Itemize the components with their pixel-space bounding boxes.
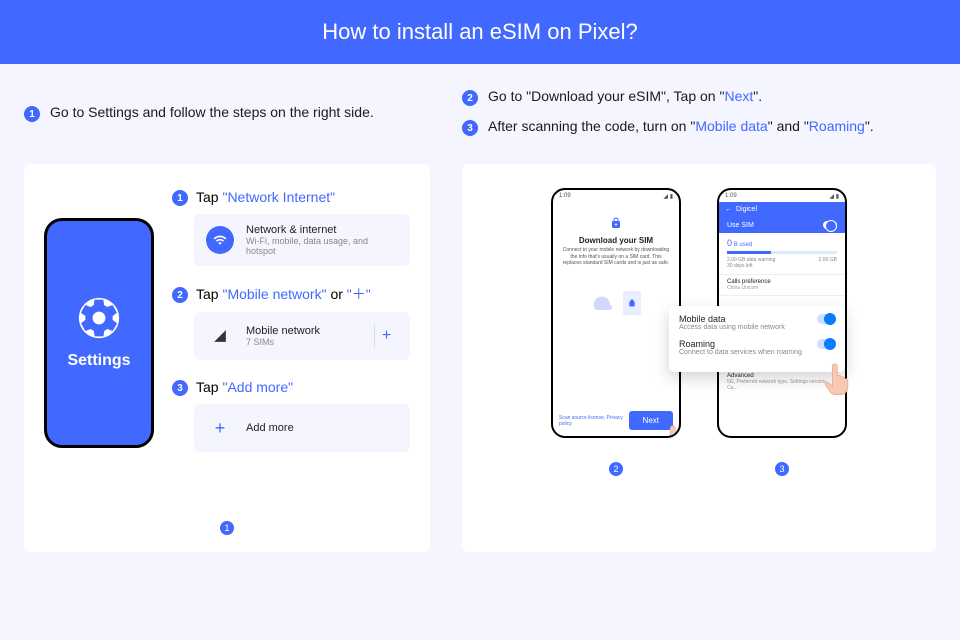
pointer-hand-icon bbox=[821, 362, 851, 398]
instruction-1: 1 Go to Settings and follow the steps on… bbox=[24, 104, 430, 122]
instruction-text: Go to "Download your eSIM", Tap on "Next… bbox=[488, 88, 762, 104]
settings-label: Settings bbox=[67, 352, 130, 370]
card-title: Network & internet bbox=[246, 224, 398, 236]
cell-signal-icon bbox=[206, 322, 234, 350]
instruction-2: 2 Go to "Download your eSIM", Tap on "Ne… bbox=[462, 88, 936, 106]
carrier-header: ← Digicel bbox=[719, 202, 845, 217]
panel-settings-steps: Settings 1 Tap "Network Internet" Networ… bbox=[24, 164, 430, 552]
data-usage-block: 0 B used 2.00 GB data warning 2.00 GB 30… bbox=[719, 233, 845, 275]
card-mobile-network[interactable]: Mobile network 7 SIMs + bbox=[194, 312, 410, 360]
cloud-icon bbox=[591, 295, 617, 311]
card-add-more[interactable]: + Add more bbox=[194, 404, 410, 452]
card-subtitle: 7 SIMs bbox=[246, 337, 362, 347]
lock-icon bbox=[610, 216, 622, 230]
toggle-icon[interactable] bbox=[817, 314, 835, 324]
instruction-text: Go to Settings and follow the steps on t… bbox=[50, 104, 374, 120]
substep-1: 1 Tap "Network Internet" Network & inter… bbox=[172, 188, 410, 266]
toggle-icon[interactable] bbox=[823, 221, 837, 229]
phone-mock-download-sim: 1:09 ◢ ▮ Download your SIM Connect to yo… bbox=[551, 188, 681, 438]
page-header: How to install an eSIM on Pixel? bbox=[0, 0, 960, 64]
step-badge: 3 bbox=[462, 120, 478, 136]
status-icons: ◢ ▮ bbox=[829, 193, 839, 200]
step-badge: 2 bbox=[462, 90, 478, 106]
card-title: Add more bbox=[246, 422, 398, 434]
step-badge: 2 bbox=[172, 287, 188, 303]
calls-preference-row[interactable]: Calls preference China Unicom bbox=[719, 275, 845, 296]
status-bar: 1:09 ◢ ▮ bbox=[553, 190, 679, 202]
roaming-toggle-row[interactable]: Roaming Connect to data services when ro… bbox=[679, 339, 835, 356]
illustration bbox=[561, 291, 671, 315]
plus-icon: + bbox=[206, 414, 234, 442]
instructions-row: 1 Go to Settings and follow the steps on… bbox=[24, 88, 936, 148]
wifi-icon bbox=[206, 226, 234, 254]
scan-link[interactable]: Scan source license, Privacy policy bbox=[559, 415, 629, 427]
status-bar: 1:09 ◢ ▮ bbox=[719, 190, 845, 202]
step-badge: 1 bbox=[24, 106, 40, 122]
card-title: Mobile network bbox=[246, 325, 362, 337]
substep-2: 2 Tap "Mobile network" or "＋" Mobile net… bbox=[172, 284, 410, 360]
panel-phone-screens: 1:09 ◢ ▮ Download your SIM Connect to yo… bbox=[462, 164, 936, 552]
card-network-internet[interactable]: Network & internet Wi-Fi, mobile, data u… bbox=[194, 214, 410, 266]
plus-icon[interactable]: + bbox=[374, 324, 398, 348]
toggle-icon[interactable] bbox=[817, 339, 835, 349]
step-badge: 3 bbox=[172, 380, 188, 396]
panel-number-badge: 2 bbox=[609, 462, 623, 476]
link-next: Next bbox=[724, 88, 753, 104]
phone-mock-settings: Settings bbox=[44, 218, 154, 448]
page-title: How to install an eSIM on Pixel? bbox=[322, 19, 638, 45]
use-sim-row[interactable]: Use SIM bbox=[719, 217, 845, 233]
instruction-text: After scanning the code, turn on "Mobile… bbox=[488, 118, 874, 134]
card-subtitle: Wi-Fi, mobile, data usage, and hotspot bbox=[246, 236, 398, 256]
panel-number-badge: 3 bbox=[775, 462, 789, 476]
sim-icon bbox=[623, 291, 641, 315]
gear-icon bbox=[77, 296, 121, 340]
download-description: Connect to your mobile network by downlo… bbox=[561, 247, 671, 267]
substep-3: 3 Tap "Add more" + Add more bbox=[172, 378, 410, 452]
link-mobile-data: Mobile data bbox=[695, 118, 767, 134]
toggle-popup: Mobile data Access data using mobile net… bbox=[669, 306, 845, 372]
panel-number-badge: 1 bbox=[220, 521, 234, 535]
back-arrow-icon[interactable]: ← bbox=[725, 206, 732, 213]
instruction-3: 3 After scanning the code, turn on "Mobi… bbox=[462, 118, 936, 136]
mobile-data-toggle-row[interactable]: Mobile data Access data using mobile net… bbox=[679, 314, 835, 331]
download-title: Download your SIM bbox=[561, 236, 671, 245]
link-roaming: Roaming bbox=[809, 118, 865, 134]
status-icons: ◢ ▮ bbox=[663, 193, 673, 200]
step-badge: 1 bbox=[172, 190, 188, 206]
pointer-hand-icon bbox=[659, 424, 681, 438]
